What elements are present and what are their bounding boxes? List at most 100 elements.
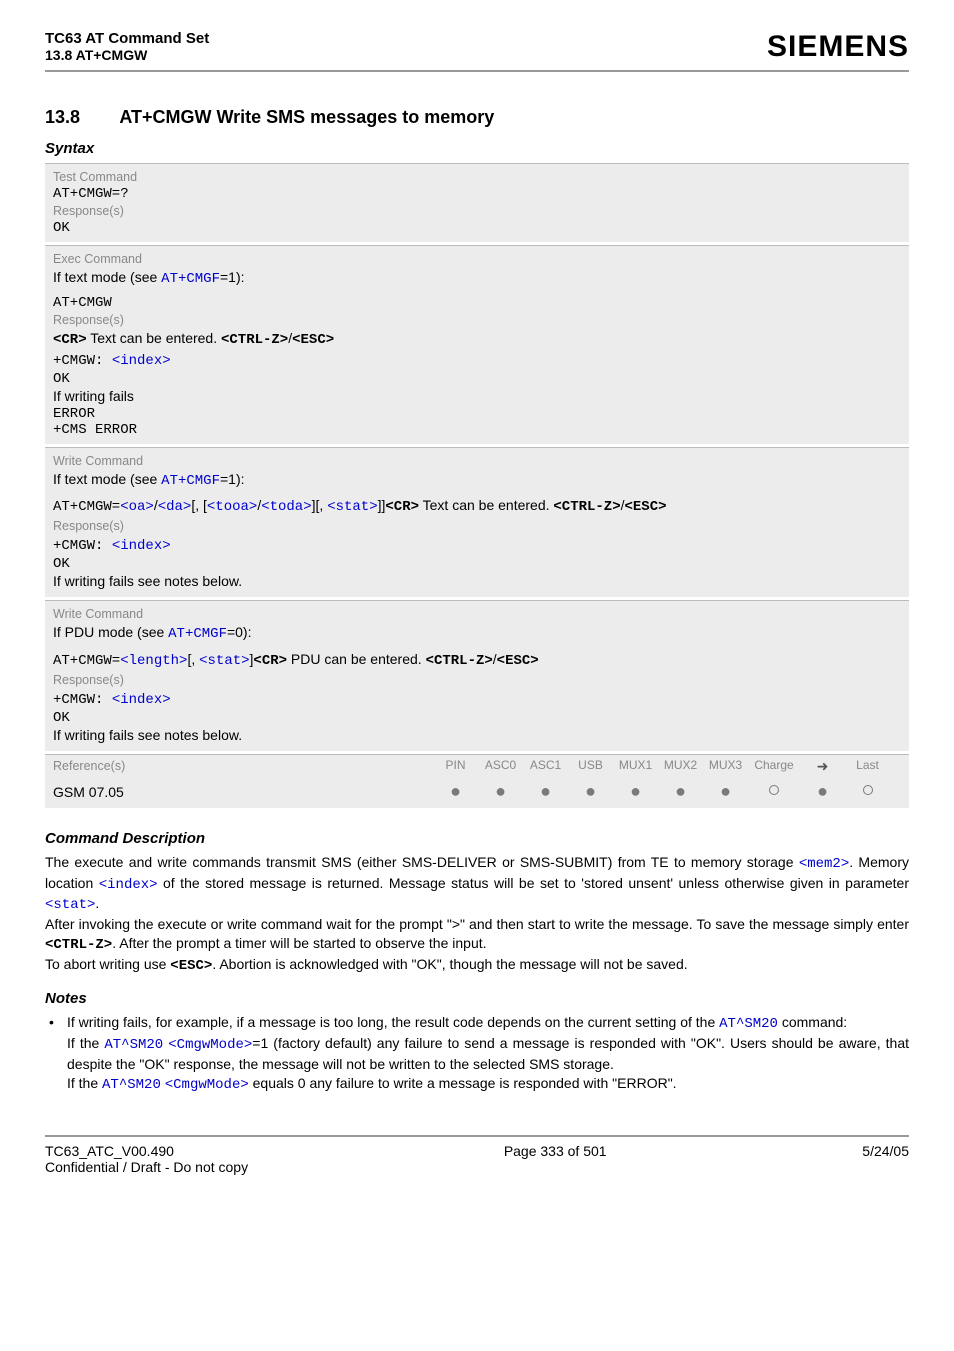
dot-cell: ● [703, 782, 748, 802]
doc-title: TC63 AT Command Set [45, 30, 209, 47]
ctrlz-token: <CTRL-Z> [221, 332, 288, 348]
toda-link[interactable]: <toda> [261, 499, 311, 515]
write1-command: AT+CMGW=<oa>/<da>[, [<tooa>/<toda>][, <s… [53, 496, 901, 517]
dot-cell: ● [658, 782, 703, 802]
index-link[interactable]: <index> [99, 877, 158, 893]
atsm20-link[interactable]: AT^SM20 [719, 1016, 778, 1032]
response-label: Response(s) [53, 202, 901, 220]
desc-p2a: After invoking the execute or write comm… [45, 916, 909, 932]
write-command-text-block: Write Command If text mode (see AT+CMGF=… [45, 447, 909, 598]
exec-resp-failtext: If writing fails [53, 387, 901, 406]
note3b: equals 0 any failure to write a message … [249, 1075, 677, 1091]
write-command-pdu-block: Write Command If PDU mode (see AT+CMGF=0… [45, 600, 909, 751]
footer-left: TC63_ATC_V00.490 Confidential / Draft - … [45, 1143, 248, 1175]
da-link[interactable]: <da> [158, 499, 192, 515]
cmd-prefix: AT+CMGW= [53, 653, 120, 669]
dot-cell: ● [568, 782, 613, 802]
note2a: If the [67, 1035, 104, 1051]
col-mux1: MUX1 [613, 758, 658, 775]
cond-prefix: If text mode (see [53, 471, 161, 487]
reference-value: GSM 07.05 [53, 784, 433, 800]
oa-link[interactable]: <oa> [120, 499, 154, 515]
cr-token: <CR> [53, 332, 87, 348]
reference-columns: PIN ASC0 ASC1 USB MUX1 MUX2 MUX3 Charge … [433, 758, 890, 775]
atsm20-link[interactable]: AT^SM20 [104, 1037, 163, 1053]
block-type-label: Test Command [53, 168, 901, 186]
dot-cell: ● [433, 782, 478, 802]
index-link[interactable]: <index> [112, 353, 171, 369]
page-header: TC63 AT Command Set 13.8 AT+CMGW SIEMENS [45, 30, 909, 72]
block-type-label: Write Command [53, 452, 901, 470]
cmgwmode-link[interactable]: <CmgwMode> [165, 1077, 249, 1093]
stat-link[interactable]: <stat> [327, 499, 377, 515]
write2-resp-line1: +CMGW: <index> [53, 689, 901, 710]
dot-filled-icon: ● [817, 781, 828, 801]
col-usb: USB [568, 758, 613, 775]
exec-resp-cmserror: +CMS ERROR [53, 422, 901, 438]
note1a: If writing fails, for example, if a mess… [67, 1014, 719, 1030]
col-asc1: ASC1 [523, 758, 568, 775]
atcmgf-link[interactable]: AT+CMGF [161, 271, 220, 287]
ctrlz-token: <CTRL-Z> [426, 653, 493, 669]
test-command: AT+CMGW=? [53, 186, 901, 202]
command-description-label: Command Description [45, 830, 909, 847]
esc-token: <ESC> [625, 499, 667, 515]
block-type-label: Write Command [53, 605, 901, 623]
arrow-icon: ➜ [817, 758, 829, 774]
exec-command-block: Exec Command If text mode (see AT+CMGF=1… [45, 245, 909, 444]
test-response-ok: OK [53, 220, 901, 236]
cmgwmode-link[interactable]: <CmgwMode> [168, 1037, 252, 1053]
stat-link[interactable]: <stat> [199, 653, 249, 669]
col-mux2: MUX2 [658, 758, 703, 775]
cmgw-prefix: +CMGW: [53, 353, 112, 369]
dot-filled-icon: ● [450, 781, 461, 801]
esc-token: <ESC> [292, 332, 334, 348]
footer-version: TC63_ATC_V00.490 [45, 1143, 248, 1159]
write1-resp-ok: OK [53, 556, 901, 572]
cond-suffix: =1): [220, 269, 245, 285]
header-left: TC63 AT Command Set 13.8 AT+CMGW [45, 30, 209, 63]
command-description-body: The execute and write commands transmit … [45, 853, 909, 976]
header-section-ref: 13.8 AT+CMGW [45, 47, 209, 63]
cr-token: <CR> [253, 653, 287, 669]
footer-page: Page 333 of 501 [504, 1143, 607, 1175]
write2-resp-failnote: If writing fails see notes below. [53, 726, 901, 745]
text-enter: Text can be entered. [419, 497, 553, 513]
bracket: [, [187, 651, 199, 667]
stat-link[interactable]: <stat> [45, 897, 95, 913]
tooa-link[interactable]: <tooa> [207, 499, 257, 515]
bracket: [, [ [191, 497, 207, 513]
length-link[interactable]: <length> [120, 653, 187, 669]
cond-prefix: If PDU mode (see [53, 624, 168, 640]
section-title: AT+CMGW Write SMS messages to memory [119, 107, 494, 127]
exec-resp-line2: +CMGW: <index> [53, 350, 901, 371]
dot-filled-icon: ● [585, 781, 596, 801]
footer-confidential: Confidential / Draft - Do not copy [45, 1159, 248, 1175]
esc-token: <ESC> [170, 958, 212, 974]
write2-resp-ok: OK [53, 710, 901, 726]
note1b: command: [778, 1014, 847, 1030]
dot-filled-icon: ● [630, 781, 641, 801]
response-label: Response(s) [53, 311, 901, 329]
dot-filled-icon: ● [675, 781, 686, 801]
col-asc0: ASC0 [478, 758, 523, 775]
atcmgf-link[interactable]: AT+CMGF [168, 626, 227, 642]
col-charge: Charge [748, 758, 800, 775]
ctrlz-token: <CTRL-Z> [45, 937, 112, 953]
dot-filled-icon: ● [540, 781, 551, 801]
exec-resp-line1: <CR> Text can be entered. <CTRL-Z>/<ESC> [53, 329, 901, 350]
index-link[interactable]: <index> [112, 692, 171, 708]
mem2-link[interactable]: <mem2> [799, 856, 849, 872]
index-link[interactable]: <index> [112, 538, 171, 554]
write1-resp-failnote: If writing fails see notes below. [53, 572, 901, 591]
dot-filled-icon: ● [720, 781, 731, 801]
dot-cell: ● [523, 782, 568, 802]
desc-p3b: . Abortion is acknowledged with "OK", th… [212, 956, 687, 972]
atcmgf-link[interactable]: AT+CMGF [161, 473, 220, 489]
atsm20-link[interactable]: AT^SM20 [102, 1077, 161, 1093]
section-heading: 13.8 AT+CMGW Write SMS messages to memor… [45, 107, 909, 128]
note3a: If the [67, 1075, 102, 1091]
response-label: Response(s) [53, 517, 901, 535]
pdu-enter: PDU can be entered. [287, 651, 426, 667]
dot-cell: ● [613, 782, 658, 802]
